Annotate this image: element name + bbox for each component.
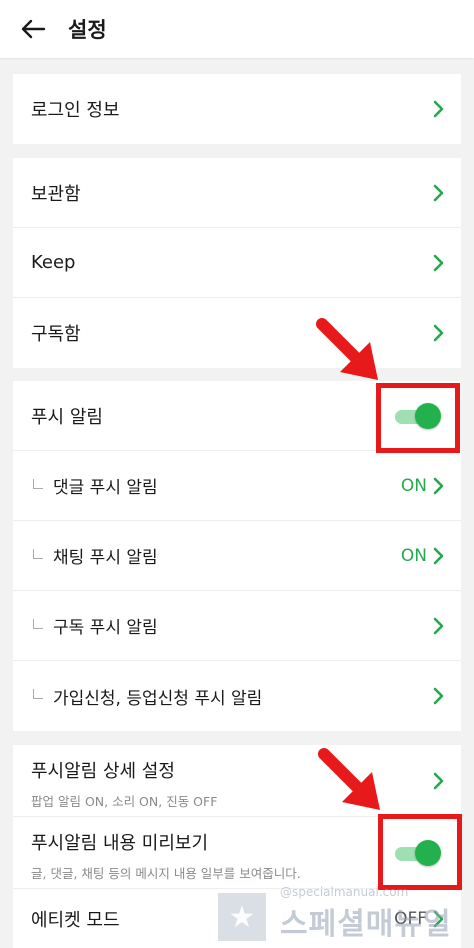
push-preview-desc: 글, 댓글, 채팅 등의 메시지 내용 일부를 보여줍니다. [31,866,301,881]
etiquette-mode-label: 에티켓 모드 [31,909,120,931]
chevron-right-icon [433,100,447,118]
watermark-url: @specialmanual.com [280,885,409,899]
chevron-right-icon [433,477,447,495]
chevron-right-icon [433,617,447,635]
red-arrow-icon [316,318,378,380]
preview-toggle-highlight-box [378,814,462,890]
login-group: 로그인 정보 [13,74,461,144]
chat-push-status: ON [400,545,427,566]
subscribe-push-label: 구독 푸시 알림 [53,618,158,638]
login-info-row[interactable]: 로그인 정보 [13,74,461,144]
toggle-highlight-box [376,383,460,453]
star-icon: ★ [218,893,266,941]
chevron-right-icon [433,254,447,272]
sub-item-branch-icon [33,618,43,629]
push-detail-label: 푸시알림 상세 설정 [31,761,175,782]
sub-item-branch-icon [33,689,43,699]
keep-row[interactable]: Keep [13,228,461,298]
login-info-label: 로그인 정보 [31,100,120,121]
app-header: 설정 [0,0,474,58]
watermark-text: 스페셜매뉴얼 [280,907,452,942]
chevron-right-icon [433,184,447,202]
comment-push-status: ON [400,475,427,496]
chat-push-label: 채팅 푸시 알림 [53,548,158,568]
push-detail-desc: 팝업 알림 ON, 소리 ON, 진동 OFF [31,794,218,809]
arrow-left-icon [21,19,46,39]
push-detail-row[interactable]: 푸시알림 상세 설정 팝업 알림 ON, 소리 ON, 진동 OFF [13,745,461,817]
chevron-right-icon [433,547,447,565]
subscribe-push-row[interactable]: 구독 푸시 알림 [13,591,461,661]
join-push-label: 가입신청, 등업신청 푸시 알림 [53,688,263,709]
storage-group: 보관함 Keep 구독함 [13,158,461,368]
back-button[interactable] [16,12,50,46]
chevron-right-icon [433,687,447,705]
storage-row[interactable]: 보관함 [13,158,461,228]
chat-push-row[interactable]: 채팅 푸시 알림 ON [13,521,461,591]
push-preview-label: 푸시알림 내용 미리보기 [31,833,209,854]
subscription-row[interactable]: 구독함 [13,298,461,368]
chevron-right-icon [433,772,447,790]
sub-item-branch-icon [33,478,43,489]
join-push-row[interactable]: 가입신청, 등업신청 푸시 알림 [13,661,461,731]
red-arrow-icon [318,748,380,810]
watermark: ★ @specialmanual.com 스페셜매뉴얼 [210,885,474,948]
subscription-label: 구독함 [31,324,81,345]
push-notification-label: 푸시 알림 [31,406,103,428]
comment-push-label: 댓글 푸시 알림 [53,478,158,498]
sub-item-branch-icon [33,548,43,559]
keep-label: Keep [31,252,76,273]
comment-push-row[interactable]: 댓글 푸시 알림 ON [13,451,461,521]
storage-label: 보관함 [31,183,81,205]
page-title: 설정 [68,18,107,42]
chevron-right-icon [433,324,447,342]
